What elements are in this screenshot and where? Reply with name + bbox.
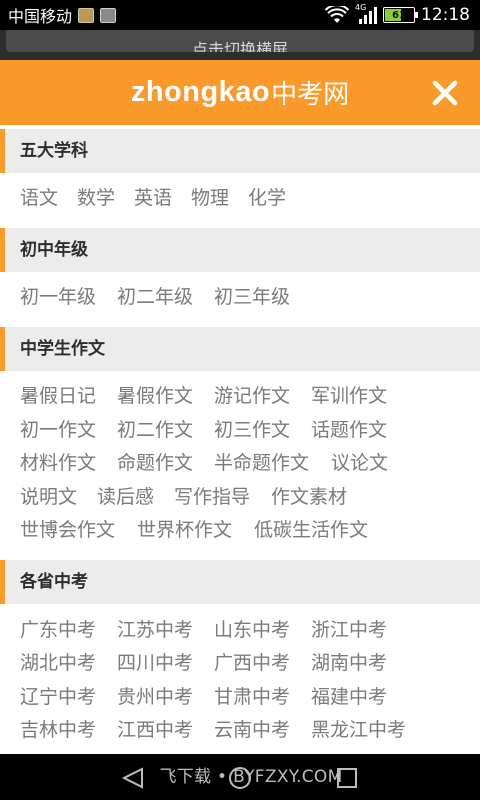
section-header-essays: 中学生作文 bbox=[0, 327, 480, 371]
section-header-provinces: 各省中考 bbox=[0, 560, 480, 604]
site-logo[interactable]: zhongkao 中考网 bbox=[0, 60, 480, 125]
link-item[interactable]: 语文 bbox=[20, 185, 58, 211]
link-item[interactable]: 军训作文 bbox=[311, 383, 387, 409]
link-item[interactable]: 贵州中考 bbox=[117, 684, 193, 710]
link-item[interactable]: 低碳生活作文 bbox=[254, 517, 368, 543]
clock: 12:18 bbox=[421, 5, 470, 25]
back-button[interactable] bbox=[120, 766, 146, 790]
back-icon bbox=[121, 767, 143, 789]
link-item[interactable]: 初三作文 bbox=[214, 417, 290, 443]
status-bar-right: 4G 61 12:18 bbox=[325, 0, 470, 30]
link-item[interactable]: 四川中考 bbox=[117, 650, 193, 676]
link-item[interactable]: 化学 bbox=[248, 185, 286, 211]
image-icon bbox=[100, 7, 117, 23]
link-item[interactable]: 江西中考 bbox=[117, 717, 193, 743]
link-item[interactable]: 初二作文 bbox=[117, 417, 193, 443]
link-item[interactable]: 初一作文 bbox=[20, 417, 96, 443]
link-item[interactable]: 云南中考 bbox=[214, 717, 290, 743]
header: zhongkao 中考网 bbox=[0, 60, 480, 125]
status-bar: 中国移动 4G 61 12:18 bbox=[0, 0, 480, 30]
home-button[interactable] bbox=[227, 766, 253, 790]
signal-icon: 4G bbox=[355, 3, 377, 25]
wifi-icon bbox=[325, 6, 349, 23]
recent-apps-icon bbox=[337, 768, 357, 788]
link-item[interactable]: 吉林中考 bbox=[20, 717, 96, 743]
close-button[interactable] bbox=[432, 80, 458, 106]
link-item[interactable]: 作文素材 bbox=[271, 484, 347, 510]
section-title: 中学生作文 bbox=[20, 339, 105, 359]
section-title: 五大学科 bbox=[20, 141, 88, 161]
link-item[interactable]: 湖南中考 bbox=[311, 650, 387, 676]
link-item[interactable]: 福建中考 bbox=[311, 684, 387, 710]
section-header-grades: 初中年级 bbox=[0, 228, 480, 272]
link-item[interactable]: 材料作文 bbox=[20, 450, 96, 476]
close-icon bbox=[432, 80, 458, 106]
section-title: 初中年级 bbox=[20, 240, 88, 260]
link-item[interactable]: 命题作文 bbox=[117, 450, 193, 476]
link-item[interactable]: 辽宁中考 bbox=[20, 684, 96, 710]
link-item[interactable]: 数学 bbox=[77, 185, 115, 211]
link-item[interactable]: 初二年级 bbox=[117, 284, 193, 310]
link-item[interactable]: 山东中考 bbox=[214, 617, 290, 643]
link-item[interactable]: 物理 bbox=[191, 185, 229, 211]
section-accent-bar bbox=[0, 129, 5, 173]
battery-percent: 61 bbox=[392, 9, 406, 21]
link-item[interactable]: 甘肃中考 bbox=[214, 684, 290, 710]
home-icon bbox=[229, 767, 251, 789]
rotate-banner: 点击切换横屏 bbox=[0, 30, 480, 63]
logo-text-en: zhongkao bbox=[130, 76, 271, 108]
rotate-screen-label: 点击切换横屏 bbox=[191, 40, 288, 52]
link-item[interactable]: 读后感 bbox=[97, 484, 154, 510]
link-item[interactable]: 说明文 bbox=[20, 484, 77, 510]
rotate-screen-button[interactable]: 点击切换横屏 bbox=[6, 30, 474, 52]
sim-app-icon bbox=[78, 7, 95, 23]
section-accent-bar bbox=[0, 228, 5, 272]
link-item[interactable]: 江苏中考 bbox=[117, 617, 193, 643]
link-item[interactable]: 广东中考 bbox=[20, 617, 96, 643]
link-item[interactable]: 暑假作文 bbox=[117, 383, 193, 409]
link-item[interactable]: 议论文 bbox=[331, 450, 388, 476]
link-item[interactable]: 黑龙江中考 bbox=[311, 717, 406, 743]
link-item[interactable]: 世界杯作文 bbox=[137, 517, 232, 543]
link-item[interactable]: 湖北中考 bbox=[20, 650, 96, 676]
link-item[interactable]: 暑假日记 bbox=[20, 383, 96, 409]
link-item[interactable]: 广西中考 bbox=[214, 650, 290, 676]
status-bar-left: 中国移动 bbox=[8, 0, 117, 30]
section-header-subjects: 五大学科 bbox=[0, 129, 480, 173]
link-item[interactable]: 写作指导 bbox=[174, 484, 250, 510]
logo-text-cn: 中考网 bbox=[271, 80, 350, 110]
recent-apps-button[interactable] bbox=[334, 766, 360, 790]
section-accent-bar bbox=[0, 327, 5, 371]
system-nav-bar: 飞下载 • BYFZXY.COM bbox=[0, 754, 480, 800]
link-item[interactable]: 初三年级 bbox=[214, 284, 290, 310]
link-item[interactable]: 英语 bbox=[134, 185, 172, 211]
section-title: 各省中考 bbox=[20, 572, 88, 592]
link-item[interactable]: 游记作文 bbox=[214, 383, 290, 409]
link-item[interactable]: 世博会作文 bbox=[20, 517, 115, 543]
battery-icon: 61 bbox=[383, 7, 418, 23]
link-item[interactable]: 半命题作文 bbox=[214, 450, 309, 476]
link-item[interactable]: 浙江中考 bbox=[311, 617, 387, 643]
link-item[interactable]: 初一年级 bbox=[20, 284, 96, 310]
section-accent-bar bbox=[0, 560, 5, 604]
carrier-label: 中国移动 bbox=[8, 7, 73, 26]
link-item[interactable]: 话题作文 bbox=[311, 417, 387, 443]
